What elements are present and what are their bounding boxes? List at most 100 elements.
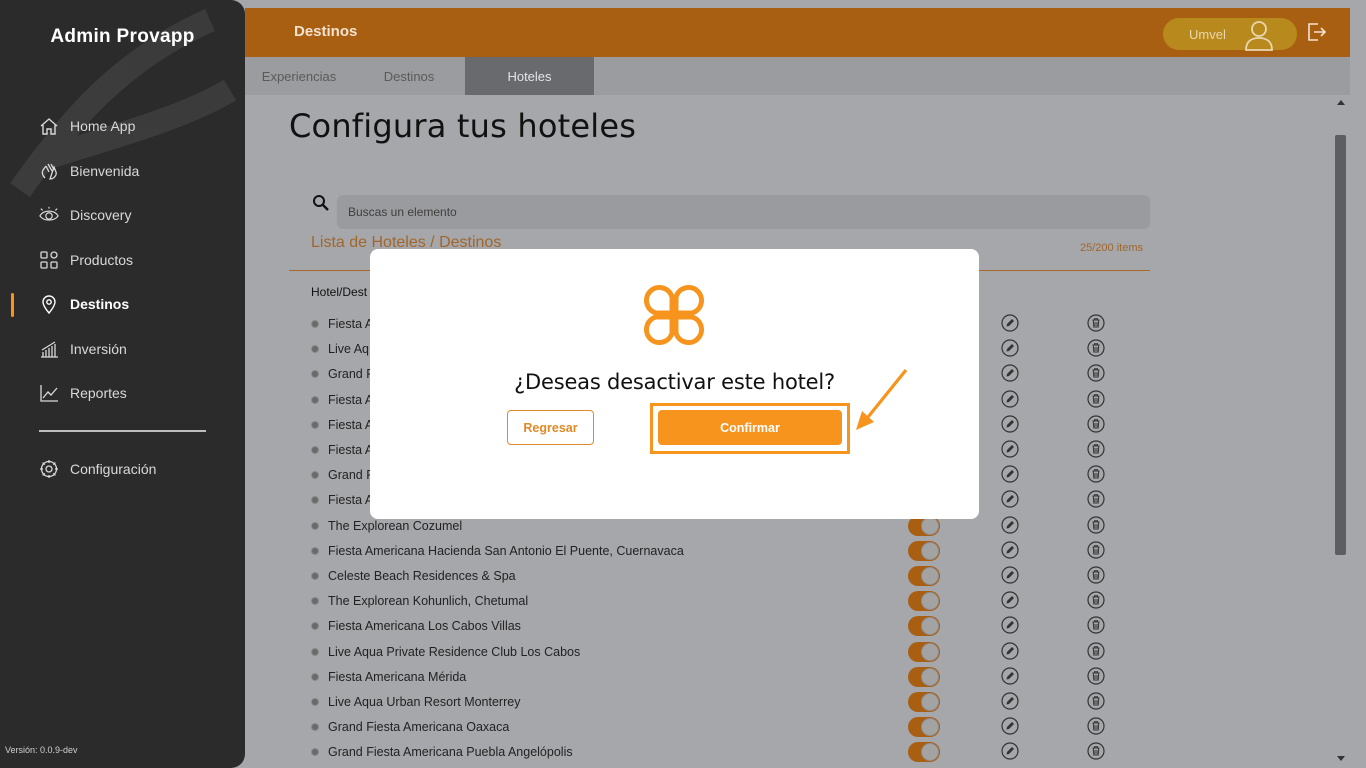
active-toggle[interactable] bbox=[908, 591, 940, 612]
hotel-name: Fiesta Americana Hacienda San Antonio El… bbox=[328, 543, 684, 558]
radio-dot-icon[interactable] bbox=[311, 446, 319, 454]
delete-icon[interactable] bbox=[1087, 541, 1105, 559]
radio-dot-icon[interactable] bbox=[311, 597, 319, 606]
sidebar-item-configuracion[interactable]: Configuración bbox=[0, 447, 245, 492]
delete-icon[interactable] bbox=[1087, 314, 1105, 332]
hotel-name: Fiesta A bbox=[328, 417, 374, 432]
delete-icon[interactable] bbox=[1087, 490, 1105, 508]
delete-icon[interactable] bbox=[1087, 515, 1105, 534]
active-toggle[interactable] bbox=[908, 692, 940, 712]
clover-logo-icon bbox=[643, 284, 705, 346]
edit-icon[interactable] bbox=[1001, 641, 1019, 660]
delete-icon[interactable] bbox=[1087, 667, 1105, 685]
radio-dot-icon[interactable] bbox=[311, 496, 319, 505]
scroll-thumb[interactable] bbox=[1335, 135, 1346, 555]
edit-icon[interactable] bbox=[1001, 742, 1019, 760]
list-count: 25/200 items bbox=[1080, 242, 1143, 254]
delete-icon[interactable] bbox=[1087, 440, 1105, 458]
sidebar-item-productos[interactable]: Productos bbox=[0, 238, 245, 283]
sidebar-item-label: Reportes bbox=[70, 385, 127, 402]
radio-dot-icon[interactable] bbox=[311, 345, 319, 354]
edit-icon[interactable] bbox=[1001, 692, 1019, 710]
hotel-name: Grand F bbox=[328, 468, 374, 483]
delete-icon[interactable] bbox=[1087, 389, 1105, 408]
edit-icon[interactable] bbox=[1001, 314, 1019, 332]
delete-icon[interactable] bbox=[1087, 591, 1105, 609]
radio-dot-icon[interactable] bbox=[311, 395, 319, 404]
logout-icon[interactable] bbox=[1305, 21, 1327, 43]
hotel-name: Fiesta A bbox=[328, 317, 374, 331]
edit-icon[interactable] bbox=[1001, 541, 1019, 559]
sidebar-item-home-app[interactable]: Home App bbox=[0, 104, 245, 149]
toggle-knob bbox=[921, 592, 939, 611]
edit-icon[interactable] bbox=[1001, 389, 1019, 408]
radio-dot-icon[interactable] bbox=[311, 672, 319, 681]
radio-dot-icon[interactable] bbox=[311, 647, 319, 656]
active-toggle[interactable] bbox=[908, 566, 940, 586]
delete-icon[interactable] bbox=[1087, 717, 1105, 735]
hotel-name: Live Aqua Private Residence Club Los Cab… bbox=[328, 644, 581, 659]
edit-icon[interactable] bbox=[1001, 616, 1019, 634]
top-strip bbox=[245, 0, 1366, 8]
active-toggle[interactable] bbox=[908, 540, 940, 561]
edit-icon[interactable] bbox=[1001, 490, 1019, 508]
delete-icon[interactable] bbox=[1087, 364, 1105, 382]
radio-dot-icon[interactable] bbox=[311, 622, 319, 631]
delete-icon[interactable] bbox=[1087, 566, 1105, 584]
radio-dot-icon[interactable] bbox=[311, 471, 319, 480]
tab-destinos[interactable]: Destinos bbox=[353, 57, 465, 95]
delete-icon[interactable] bbox=[1087, 742, 1105, 760]
sidebar-item-label: Home App bbox=[70, 118, 136, 135]
radio-dot-icon[interactable] bbox=[311, 320, 319, 328]
user-menu[interactable]: Umvel bbox=[1163, 18, 1297, 51]
edit-icon[interactable] bbox=[1001, 339, 1019, 357]
back-button[interactable]: Regresar bbox=[507, 410, 594, 445]
radio-dot-icon[interactable] bbox=[311, 370, 319, 379]
edit-icon[interactable] bbox=[1001, 667, 1019, 685]
active-toggle[interactable] bbox=[908, 742, 940, 763]
edit-icon[interactable] bbox=[1001, 566, 1019, 584]
active-toggle[interactable] bbox=[908, 666, 940, 687]
confirm-button[interactable]: Confirmar bbox=[658, 410, 842, 445]
edit-icon[interactable] bbox=[1001, 717, 1019, 735]
radio-dot-icon[interactable] bbox=[311, 546, 319, 555]
sidebar-item-reportes[interactable]: Reportes bbox=[0, 371, 245, 416]
radio-dot-icon[interactable] bbox=[311, 748, 319, 757]
edit-icon[interactable] bbox=[1001, 465, 1019, 483]
search-input[interactable] bbox=[337, 195, 1150, 229]
active-toggle[interactable] bbox=[908, 641, 940, 662]
sidebar-item-label: Destinos bbox=[70, 296, 130, 313]
delete-icon[interactable] bbox=[1087, 616, 1105, 634]
tab-experiencias[interactable]: Experiencias bbox=[245, 57, 353, 95]
radio-dot-icon[interactable] bbox=[311, 420, 319, 429]
edit-icon[interactable] bbox=[1001, 440, 1019, 458]
delete-icon[interactable] bbox=[1087, 415, 1105, 433]
delete-icon[interactable] bbox=[1087, 641, 1105, 660]
sidebar-item-inversion[interactable]: Inversión bbox=[0, 327, 245, 372]
delete-icon[interactable] bbox=[1087, 465, 1105, 483]
active-toggle[interactable] bbox=[908, 616, 940, 637]
delete-icon[interactable] bbox=[1087, 339, 1105, 357]
radio-dot-icon[interactable] bbox=[311, 521, 319, 530]
edit-icon[interactable] bbox=[1001, 364, 1019, 382]
eye-icon bbox=[39, 205, 59, 225]
sidebar-item-discovery[interactable]: Discovery bbox=[0, 193, 245, 238]
delete-icon[interactable] bbox=[1087, 692, 1105, 710]
sidebar-item-label: Inversión bbox=[70, 340, 127, 357]
sidebar-nav: Home App Bienvenida Discovery Productos … bbox=[0, 104, 245, 416]
scrollbar[interactable] bbox=[1333, 95, 1350, 768]
radio-dot-icon[interactable] bbox=[311, 723, 319, 732]
scroll-down-icon[interactable] bbox=[1337, 756, 1345, 761]
scroll-up-icon[interactable] bbox=[1337, 100, 1345, 105]
search-icon bbox=[313, 195, 329, 211]
edit-icon[interactable] bbox=[1001, 515, 1019, 534]
radio-dot-icon[interactable] bbox=[311, 572, 319, 580]
edit-icon[interactable] bbox=[1001, 591, 1019, 609]
tab-hoteles[interactable]: Hoteles bbox=[465, 57, 594, 95]
edit-icon[interactable] bbox=[1001, 415, 1019, 433]
sidebar-item-destinos[interactable]: Destinos bbox=[0, 282, 245, 327]
hotel-name: The Explorean Kohunlich, Chetumal bbox=[328, 594, 529, 609]
sidebar-item-bienvenida[interactable]: Bienvenida bbox=[0, 149, 245, 194]
active-toggle[interactable] bbox=[908, 717, 940, 738]
radio-dot-icon[interactable] bbox=[311, 698, 319, 706]
